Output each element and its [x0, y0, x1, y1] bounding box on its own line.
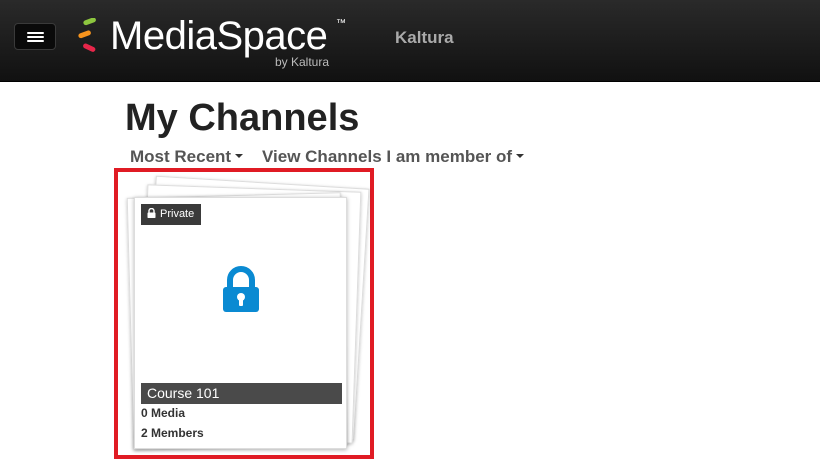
channel-members-count: 2 Members [141, 426, 204, 440]
menu-toggle-button[interactable] [14, 23, 56, 50]
mediaspace-logo-icon [78, 18, 96, 52]
logo-text[interactable]: MediaSpace [110, 14, 328, 58]
lock-icon [147, 208, 156, 218]
logo-trademark: ™ [336, 18, 346, 29]
logo-subtext: by Kaltura [275, 55, 330, 69]
caret-down-icon [235, 153, 244, 158]
site-name[interactable]: Kaltura [395, 28, 454, 48]
sort-dropdown[interactable]: Most Recent [130, 147, 244, 167]
caret-down-icon [516, 153, 525, 158]
private-badge: Private [141, 204, 201, 225]
sort-dropdown-label: Most Recent [130, 147, 232, 166]
top-navigation-bar: MediaSpace ™ by Kaltura Kaltura [0, 0, 820, 82]
channel-card[interactable]: Private Course 101 0 Media 2 Members [134, 197, 347, 449]
hamburger-icon [27, 32, 44, 34]
page-title: My Channels [125, 97, 360, 139]
membership-filter-dropdown[interactable]: View Channels I am member of [262, 147, 525, 167]
membership-filter-label: View Channels I am member of [262, 147, 513, 166]
private-badge-label: Private [160, 208, 195, 220]
channel-title[interactable]: Course 101 [141, 383, 342, 404]
channel-media-count: 0 Media [141, 406, 186, 420]
lock-icon [223, 266, 259, 312]
